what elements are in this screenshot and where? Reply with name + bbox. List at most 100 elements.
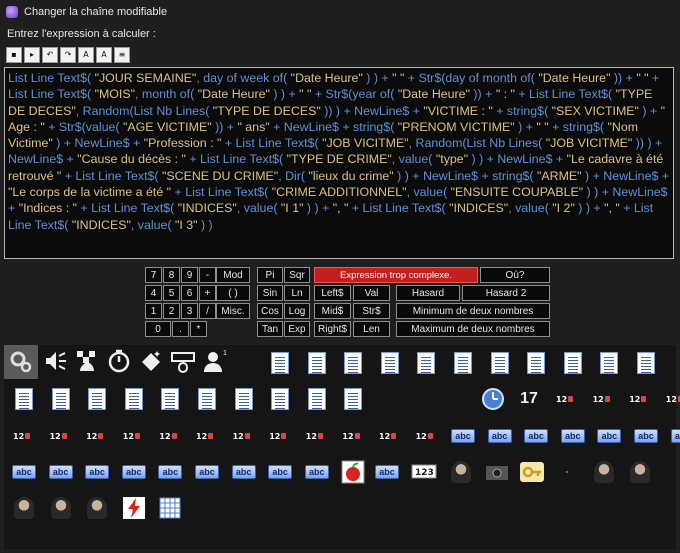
system-object[interactable] [4, 345, 38, 379]
string-object[interactable]: abc [84, 459, 110, 485]
text-object[interactable] [413, 350, 439, 376]
create-object[interactable] [138, 348, 164, 374]
text-object[interactable] [596, 350, 622, 376]
digit-button[interactable]: 3 [181, 303, 198, 319]
error-status[interactable]: Expression trop complexe. [314, 267, 478, 283]
text-object[interactable] [450, 350, 476, 376]
string-object[interactable]: abc [11, 459, 37, 485]
backdrop-object[interactable] [484, 459, 510, 485]
string-object[interactable]: abc [157, 459, 183, 485]
string-func-button[interactable]: Val [353, 285, 390, 301]
counter-object[interactable]: 12 [377, 423, 403, 449]
text-object[interactable] [487, 350, 513, 376]
active-object[interactable] [448, 459, 474, 485]
text-object[interactable] [231, 386, 257, 412]
text-object[interactable] [267, 350, 293, 376]
counter-object[interactable]: 12 [554, 386, 580, 412]
func-button[interactable]: Log [284, 303, 310, 319]
font-down-icon[interactable]: A [96, 47, 112, 63]
string-object[interactable]: abc [670, 423, 680, 449]
text-object[interactable] [267, 386, 293, 412]
string-func-button[interactable]: Left$ [314, 285, 351, 301]
expression-editor[interactable]: List Line Text$( "JOUR SEMAINE", day of … [4, 67, 674, 259]
text-object[interactable] [48, 386, 74, 412]
player-object[interactable]: 1 [202, 348, 228, 374]
flash-object[interactable] [121, 495, 147, 521]
digit-button[interactable]: - [199, 267, 216, 283]
text-object[interactable] [560, 350, 586, 376]
sound-object[interactable] [42, 348, 68, 374]
string-object[interactable]: abc [560, 423, 586, 449]
string-object[interactable]: abc [231, 459, 257, 485]
redo-icon[interactable]: ↷ [60, 47, 76, 63]
key-object[interactable] [519, 459, 545, 485]
digit-button[interactable]: / [199, 303, 216, 319]
digit-button[interactable]: 7 [145, 267, 162, 283]
active-object[interactable] [591, 459, 617, 485]
hasard2-button[interactable]: Hasard 2 [462, 285, 550, 301]
date-object[interactable]: 17 [516, 386, 542, 412]
string-func-button[interactable]: Mid$ [314, 303, 351, 319]
counter-object[interactable]: 12 [304, 423, 330, 449]
hasard-button[interactable]: Hasard [396, 285, 460, 301]
keyboard-mouse-object[interactable] [170, 348, 196, 374]
digit-button[interactable]: 6 [181, 285, 198, 301]
counter-object[interactable]: 12 [157, 423, 183, 449]
counter-object[interactable]: 12 [664, 386, 680, 412]
storyboard-object[interactable] [74, 348, 100, 374]
counter-object[interactable]: 12 [340, 423, 366, 449]
string-object[interactable]: abc [450, 423, 476, 449]
blank-object[interactable] [554, 459, 580, 485]
counter-object[interactable]: 12 [48, 423, 74, 449]
mod-button[interactable]: Mod [216, 267, 250, 283]
func-button[interactable]: Sin [257, 285, 283, 301]
parens-button[interactable]: ( ) [216, 285, 250, 301]
text-object[interactable] [121, 386, 147, 412]
counter-object[interactable]: 12 [231, 423, 257, 449]
undo-icon[interactable]: ↶ [42, 47, 58, 63]
digit-button[interactable]: 0 [145, 321, 171, 337]
string-object[interactable]: abc [374, 459, 400, 485]
string-object[interactable]: abc [596, 423, 622, 449]
text-object[interactable] [304, 350, 330, 376]
misc-button[interactable]: Misc. [216, 303, 250, 319]
where-button[interactable]: Où? [480, 267, 550, 283]
string-func-button[interactable]: Right$ [314, 321, 351, 337]
string-object[interactable]: abc [304, 459, 330, 485]
string-object[interactable]: abc [121, 459, 147, 485]
digit-button[interactable]: 9 [181, 267, 198, 283]
text-object[interactable] [194, 386, 220, 412]
text-object[interactable] [11, 386, 37, 412]
digit-button[interactable]: + [199, 285, 216, 301]
string-object[interactable]: abc [633, 423, 659, 449]
digit-button[interactable]: 2 [163, 303, 180, 319]
counter-object[interactable]: 12 [267, 423, 293, 449]
counter-object[interactable]: 12 [194, 423, 220, 449]
string-object[interactable]: abc [523, 423, 549, 449]
func-button[interactable]: Tan [257, 321, 283, 337]
counter-object[interactable]: 123 [411, 459, 437, 485]
digit-button[interactable]: 5 [163, 285, 180, 301]
string-func-button[interactable]: Str$ [353, 303, 390, 319]
func-button[interactable]: Ln [284, 285, 310, 301]
digit-button[interactable]: . [172, 321, 189, 337]
string-func-button[interactable]: Len [353, 321, 390, 337]
min-button[interactable]: Minimum de deux nombres [396, 303, 550, 319]
text-object[interactable] [340, 350, 366, 376]
func-button[interactable]: Exp [284, 321, 310, 337]
active-object[interactable] [48, 495, 74, 521]
active-object[interactable] [11, 495, 37, 521]
counter-object[interactable]: 12 [591, 386, 617, 412]
step-icon[interactable]: ▸ [24, 47, 40, 63]
ini-object[interactable] [340, 459, 366, 485]
new-icon[interactable]: ▪ [6, 47, 22, 63]
text-object[interactable] [523, 350, 549, 376]
counter-object[interactable]: 12 [121, 423, 147, 449]
digit-button[interactable]: 8 [163, 267, 180, 283]
text-object[interactable] [304, 386, 330, 412]
grid-object[interactable] [157, 495, 183, 521]
digit-button[interactable]: 1 [145, 303, 162, 319]
active-object[interactable] [84, 495, 110, 521]
syntax-icon[interactable]: ≡ [114, 47, 130, 63]
func-button[interactable]: Sqr [284, 267, 310, 283]
